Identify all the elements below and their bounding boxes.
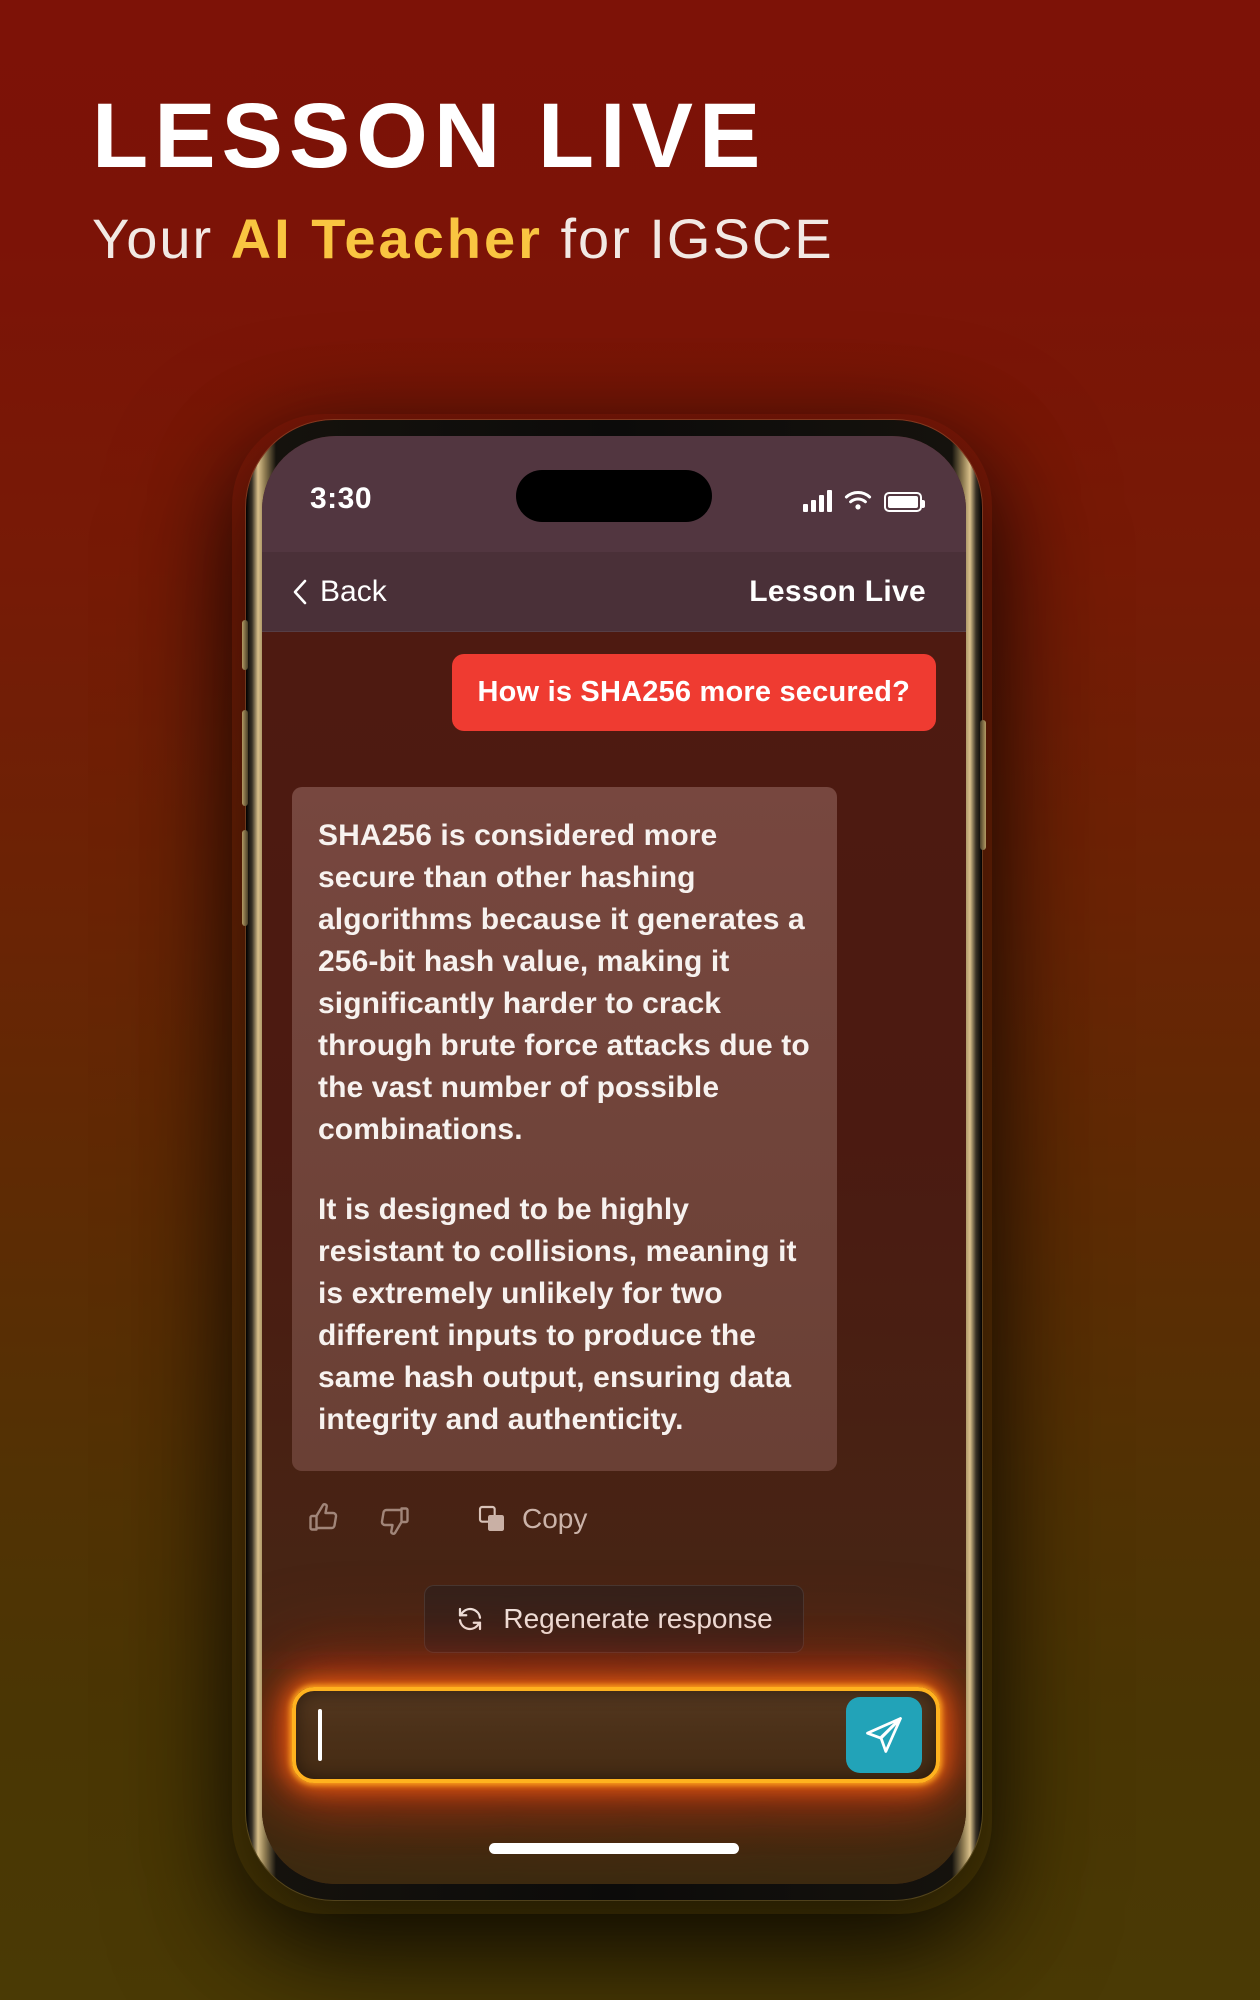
regenerate-response-label: Regenerate response	[503, 1603, 773, 1634]
status-bar: 3:30	[262, 436, 966, 552]
nav-title: Lesson Live	[749, 574, 926, 608]
composer-bar	[262, 1669, 966, 1884]
regenerate-row: Regenerate response	[292, 1585, 936, 1653]
user-message-bubble: How is SHA256 more secured?	[451, 654, 936, 731]
copy-label: Copy	[522, 1503, 588, 1534]
assistant-message-bubble: SHA256 is considered more secure than ot…	[292, 787, 837, 1471]
assistant-paragraph: SHA256 is considered more secure than ot…	[318, 819, 810, 1146]
send-button[interactable]	[846, 1697, 922, 1773]
user-message-row: How is SHA256 more secured?	[292, 654, 936, 731]
send-paper-plane-icon	[866, 1717, 902, 1753]
message-actions: Copy	[292, 1501, 936, 1537]
back-button-label: Back	[320, 574, 387, 608]
cellular-bars-icon	[803, 490, 832, 512]
dynamic-island	[516, 470, 712, 522]
copy-button[interactable]: Copy	[476, 1503, 587, 1535]
thumbs-down-icon[interactable]	[376, 1501, 412, 1537]
back-button[interactable]: Back	[292, 575, 387, 609]
promo-header: LESSON LIVE Your AI Teacher for IGSCE	[0, 90, 1260, 270]
thumbs-up-icon[interactable]	[306, 1501, 342, 1537]
home-indicator	[489, 1843, 739, 1854]
battery-full-icon	[884, 492, 925, 512]
promo-subtitle-accent: AI Teacher	[230, 207, 543, 270]
promo-subtitle-lead: Your	[92, 207, 231, 270]
chat-scroll-area[interactable]: How is SHA256 more secured? SHA256 is co…	[262, 632, 966, 1884]
chevron-left-icon	[293, 579, 307, 604]
promo-subtitle: Your AI Teacher for IGSCE	[92, 208, 1260, 270]
regenerate-response-button[interactable]: Regenerate response	[424, 1585, 804, 1653]
page-title: LESSON LIVE	[92, 85, 767, 187]
assistant-paragraph: It is designed to be highly resistant to…	[318, 1193, 797, 1436]
assistant-message-row: SHA256 is considered more secure than ot…	[292, 787, 936, 1471]
phone-screen: 3:30 Back Lesson Live How is SHA256 more…	[262, 436, 966, 1884]
status-icons	[803, 484, 925, 512]
refresh-icon	[459, 1607, 482, 1631]
message-input[interactable]	[322, 1705, 846, 1765]
phone-frame: 3:30 Back Lesson Live How is SHA256 more…	[242, 420, 986, 1900]
volume-down-button[interactable]	[242, 830, 248, 926]
message-input-container[interactable]	[292, 1687, 940, 1783]
wifi-icon	[844, 491, 872, 510]
nav-bar: Back Lesson Live	[262, 552, 966, 632]
promo-subtitle-tail: for IGSCE	[542, 207, 834, 270]
copy-icon	[478, 1505, 504, 1531]
power-button[interactable]	[980, 720, 986, 850]
status-time: 3:30	[310, 482, 373, 515]
